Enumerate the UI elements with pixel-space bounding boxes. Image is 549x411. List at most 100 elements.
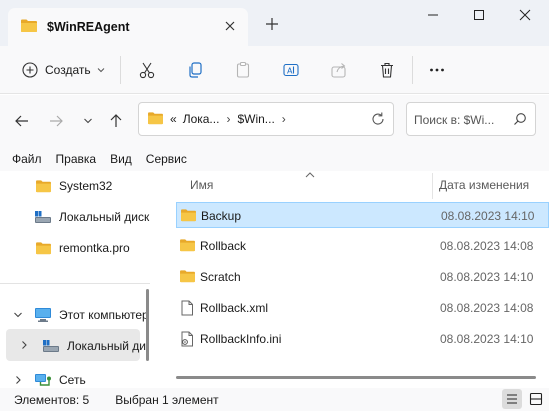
toolbar-separator <box>412 56 413 84</box>
maximize-button[interactable] <box>464 4 494 26</box>
search-icon <box>513 112 527 129</box>
file-name: Scratch <box>200 270 241 284</box>
toolbar-separator <box>120 56 121 84</box>
menu-tools[interactable]: Сервис <box>142 152 191 166</box>
horizontal-scrollbar[interactable] <box>176 376 536 379</box>
new-tab-button[interactable] <box>262 14 282 34</box>
details-view-button[interactable] <box>502 389 522 409</box>
search-input[interactable]: Поиск в: $Wi... <box>406 102 536 136</box>
menu-view[interactable]: Вид <box>106 152 136 166</box>
svg-text:A: A <box>287 67 293 76</box>
nav-item-network[interactable]: Сеть <box>34 366 86 388</box>
file-name: Rollback.xml <box>200 301 269 315</box>
title-bar: $WinREAgent <box>0 0 549 46</box>
tiles-view-icon <box>529 392 543 406</box>
minimize-button[interactable] <box>418 4 448 26</box>
command-bar: Создать A <box>0 46 549 94</box>
nav-item-label: remontka.pro <box>59 241 130 255</box>
chevron-right-icon[interactable]: › <box>282 112 286 126</box>
chevron-right-icon[interactable]: › <box>226 112 230 126</box>
minimize-icon <box>428 14 438 16</box>
nav-item-this-pc[interactable]: Этот компьютер <box>34 301 149 329</box>
file-list: Имя Дата изменения Backup 08.08.2023 14:… <box>160 171 549 388</box>
menu-edit[interactable]: Правка <box>52 152 101 166</box>
folder-icon <box>180 208 197 225</box>
nav-item-remontka[interactable]: remontka.pro <box>34 234 130 262</box>
folder-icon <box>179 238 196 255</box>
table-row[interactable]: RollbackInfo.ini 08.08.2023 14:10 <box>176 326 549 352</box>
nav-item-local-disk[interactable]: Локальный диск <box>34 203 149 231</box>
column-divider[interactable] <box>432 173 433 199</box>
create-button[interactable]: Создать <box>14 55 113 85</box>
search-placeholder: Поиск в: $Wi... <box>414 113 495 127</box>
nav-item-system32[interactable]: System32 <box>34 172 112 200</box>
column-header-date[interactable]: Дата изменения <box>439 171 529 199</box>
rename-button[interactable]: A <box>278 57 304 83</box>
file-name: Rollback <box>200 239 247 253</box>
refresh-icon <box>372 112 384 125</box>
share-button[interactable] <box>326 57 352 83</box>
tab-title: $WinREAgent <box>47 20 130 34</box>
folder-icon <box>34 240 52 256</box>
copy-button[interactable] <box>182 57 208 83</box>
table-row[interactable]: Rollback 08.08.2023 14:08 <box>176 233 549 259</box>
back-button[interactable] <box>12 111 32 131</box>
table-row[interactable]: Scratch 08.08.2023 14:10 <box>176 264 549 290</box>
tiles-view-button[interactable] <box>526 389 546 409</box>
chevron-down-icon <box>84 118 92 124</box>
file-date: 08.08.2023 14:10 <box>440 332 534 346</box>
nav-item-label: Локальный ди <box>67 339 146 353</box>
drive-icon <box>42 338 60 354</box>
folder-icon <box>147 111 164 128</box>
status-selection: Выбран 1 элемент <box>115 392 219 407</box>
menu-file[interactable]: Файл <box>8 152 46 166</box>
close-icon[interactable] <box>222 18 238 34</box>
tab-winreagent[interactable]: $WinREAgent <box>8 8 248 46</box>
trash-icon <box>381 62 393 78</box>
refresh-button[interactable] <box>369 110 387 128</box>
nav-item-label: Локальный диск <box>59 210 150 224</box>
folder-icon <box>179 269 196 286</box>
column-header-name[interactable]: Имя <box>190 171 213 199</box>
close-window-button[interactable] <box>510 4 540 26</box>
breadcrumb-item-winreagent[interactable]: $Win... <box>237 112 274 126</box>
file-name: RollbackInfo.ini <box>200 332 282 346</box>
computer-icon <box>34 307 52 323</box>
address-bar[interactable]: « Лока... › $Win... › <box>138 102 394 136</box>
menu-bar: Файл Правка Вид Сервис <box>0 147 549 171</box>
xml-file-icon <box>179 300 195 319</box>
chevron-down-icon[interactable] <box>12 309 24 321</box>
clipboard-icon <box>236 61 250 78</box>
file-date: 08.08.2023 14:10 <box>441 209 535 223</box>
arrow-left-icon <box>15 115 28 127</box>
up-button[interactable] <box>106 111 126 131</box>
forward-button[interactable] <box>46 111 66 131</box>
status-item-count: Элементов: 5 <box>14 392 90 407</box>
cut-button[interactable] <box>134 57 160 83</box>
file-name: Backup <box>201 209 242 223</box>
arrow-right-icon <box>50 115 63 127</box>
column-date-label: Дата изменения <box>439 178 530 192</box>
nav-scrollbar[interactable] <box>146 289 149 361</box>
nav-item-label: Этот компьютер <box>59 308 149 322</box>
recent-locations-button[interactable] <box>78 111 98 131</box>
nav-item-local-disk-c[interactable]: Локальный ди <box>42 332 146 360</box>
chevron-right-icon[interactable] <box>18 339 30 351</box>
table-row[interactable]: Backup 08.08.2023 14:10 <box>176 202 549 228</box>
details-view-icon <box>507 394 517 404</box>
plus-icon <box>266 18 278 30</box>
delete-button[interactable] <box>374 57 400 83</box>
create-label: Создать <box>45 63 91 77</box>
status-bar: Элементов: 5 Выбран 1 элемент <box>0 388 549 411</box>
chevron-down-icon <box>97 68 104 73</box>
breadcrumb-overflow[interactable]: « <box>170 112 177 126</box>
more-options-button[interactable] <box>424 57 450 83</box>
table-row[interactable]: Rollback.xml 08.08.2023 14:08 <box>176 295 549 321</box>
chevron-right-icon[interactable] <box>12 374 24 386</box>
more-icon <box>430 68 444 72</box>
settings-file-icon <box>179 331 195 350</box>
rename-icon: A <box>283 63 299 77</box>
paste-button[interactable] <box>230 57 256 83</box>
scissors-icon <box>139 62 155 79</box>
breadcrumb-item-drive[interactable]: Лока... <box>183 112 220 126</box>
